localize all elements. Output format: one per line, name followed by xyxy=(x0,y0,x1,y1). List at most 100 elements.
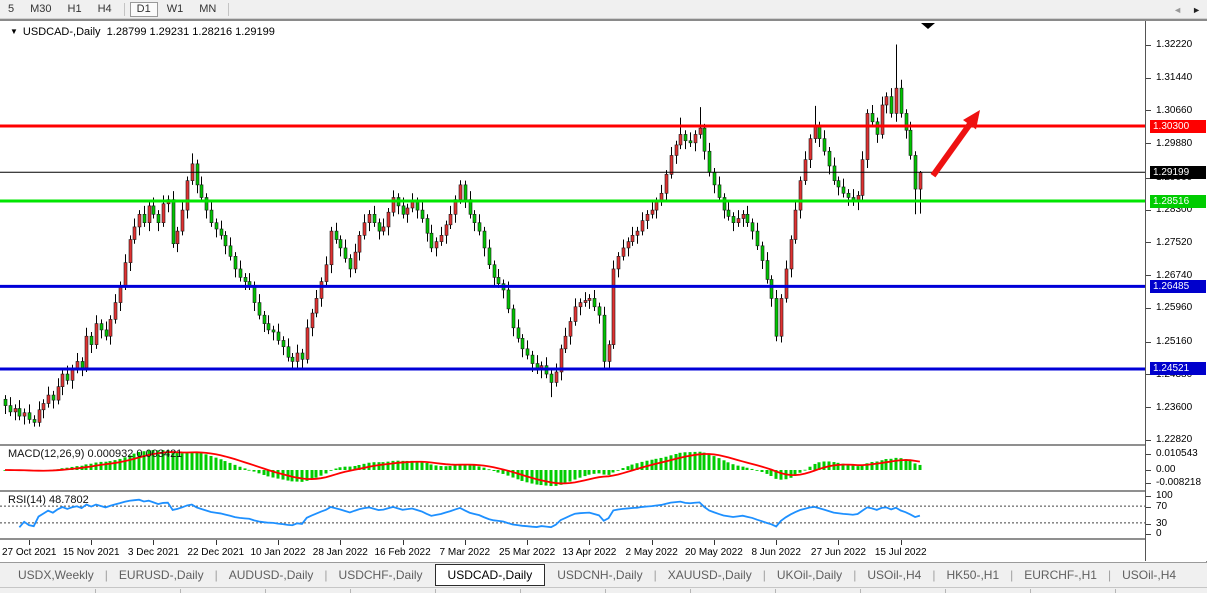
candle xyxy=(421,202,424,223)
candle xyxy=(358,231,361,260)
candle xyxy=(804,151,807,185)
rsi-axis-label: 0 xyxy=(1156,528,1162,539)
rsi-axis-tick xyxy=(1146,496,1151,497)
candle xyxy=(81,357,84,376)
candle xyxy=(799,176,802,218)
candle xyxy=(608,340,611,367)
price-level-badge: 1.24521 xyxy=(1150,362,1206,375)
date-axis-label: 2 May 2022 xyxy=(626,547,678,558)
tab-ukoil-daily[interactable]: UKOil-,Daily xyxy=(767,565,852,585)
candle xyxy=(191,153,194,185)
candle xyxy=(406,204,409,223)
candle xyxy=(809,134,812,168)
candle xyxy=(426,214,429,241)
date-axis-tick xyxy=(278,540,279,545)
candle xyxy=(493,261,496,286)
candle xyxy=(354,244,357,273)
tab-eurchf-h1[interactable]: EURCHF-,H1 xyxy=(1014,565,1107,585)
candle xyxy=(200,176,203,201)
price-axis-label: 1.22820 xyxy=(1156,434,1192,445)
candle xyxy=(61,370,64,395)
price-level-badge: 1.30300 xyxy=(1150,120,1206,133)
date-axis-label: 13 Apr 2022 xyxy=(562,547,616,558)
chart-shift-marker-icon[interactable] xyxy=(921,23,935,29)
date-axis[interactable]: 27 Oct 202115 Nov 20213 Dec 202122 Dec 2… xyxy=(0,540,1145,562)
rsi-axis-tick xyxy=(1146,534,1151,535)
status-tick xyxy=(180,589,181,593)
timeframe-button-mn[interactable]: MN xyxy=(192,2,223,17)
candle xyxy=(105,321,108,340)
tab-usdchf-daily[interactable]: USDCHF-,Daily xyxy=(329,565,433,585)
candle xyxy=(780,294,783,342)
timeframe-button-h4[interactable]: H4 xyxy=(91,2,119,17)
tab-scroll-left-icon[interactable]: ◄ xyxy=(1173,5,1182,15)
candle xyxy=(148,202,151,231)
price-axis-label: 1.31440 xyxy=(1156,72,1192,83)
candle xyxy=(138,210,141,235)
price-axis-tick xyxy=(1146,342,1151,343)
tab-hk50-h1[interactable]: HK50-,H1 xyxy=(936,565,1009,585)
chart-ohlc-values: 1.28799 1.29231 1.28216 1.29199 xyxy=(107,26,275,38)
price-level-badge: 1.28516 xyxy=(1150,195,1206,208)
candle xyxy=(349,254,352,277)
tab-audusd-daily[interactable]: AUDUSD-,Daily xyxy=(219,565,324,585)
timeframe-button-5[interactable]: 5 xyxy=(1,2,21,17)
tab-usdcnh-daily[interactable]: USDCNH-,Daily xyxy=(547,565,652,585)
macd-axis-tick xyxy=(1146,483,1151,484)
candle xyxy=(622,240,625,261)
candle xyxy=(167,195,170,212)
candle xyxy=(33,415,36,426)
date-axis-tick xyxy=(403,540,404,545)
price-axis-tick xyxy=(1146,110,1151,111)
candle xyxy=(239,261,242,282)
macd-axis-tick xyxy=(1146,454,1151,455)
timeframe-button-d1[interactable]: D1 xyxy=(130,2,158,17)
tab-usdx-weekly[interactable]: USDX,Weekly xyxy=(8,565,104,585)
candle xyxy=(517,319,520,342)
candle xyxy=(919,171,922,214)
tab-usdcad-daily[interactable]: USDCAD-,Daily xyxy=(435,564,546,586)
date-axis-label: 3 Dec 2021 xyxy=(128,547,179,558)
candle xyxy=(229,237,232,260)
tab-scroll-right-icon[interactable]: ► xyxy=(1192,5,1201,15)
main-chart-pane[interactable] xyxy=(0,21,1145,444)
symbol-dropdown-icon[interactable]: ▼ xyxy=(10,27,18,36)
tab-eurusd-daily[interactable]: EURUSD-,Daily xyxy=(109,565,214,585)
candle xyxy=(847,189,850,206)
candle xyxy=(133,219,136,244)
timeframe-toolbar: 5M30H1H4 D1W1MN xyxy=(0,0,1207,19)
date-axis-tick xyxy=(29,540,30,545)
tab-usoil-h4[interactable]: USOil-,H4 xyxy=(857,565,931,585)
price-axis-tick xyxy=(1146,242,1151,243)
candle xyxy=(392,190,395,216)
price-axis[interactable]: 1.322201.314401.306601.298801.290601.283… xyxy=(1145,21,1207,561)
candle xyxy=(746,206,749,227)
candle xyxy=(641,212,644,235)
tab-usoil-h4[interactable]: USOil-,H4 xyxy=(1112,565,1186,585)
timeframe-button-m30[interactable]: M30 xyxy=(23,2,58,17)
candle xyxy=(871,105,874,126)
timeframe-button-h1[interactable]: H1 xyxy=(61,2,89,17)
trend-arrow-annotation[interactable] xyxy=(933,110,980,176)
candle xyxy=(42,399,45,418)
candle xyxy=(785,261,788,303)
candle xyxy=(694,130,697,151)
candle xyxy=(287,338,290,361)
rsi-pane[interactable] xyxy=(0,492,1145,538)
candle xyxy=(38,401,41,426)
candle xyxy=(325,256,328,285)
tab-xauusd-daily[interactable]: XAUUSD-,Daily xyxy=(658,565,762,585)
price-axis-tick xyxy=(1146,210,1151,211)
timeframe-button-w1[interactable]: W1 xyxy=(160,2,191,17)
candle xyxy=(775,290,778,341)
candle xyxy=(842,179,845,198)
candle xyxy=(473,210,476,231)
candle xyxy=(277,324,280,345)
candle xyxy=(28,404,31,423)
candle xyxy=(4,395,7,414)
candle xyxy=(727,202,730,221)
candle xyxy=(560,345,563,381)
price-axis-tick xyxy=(1146,440,1151,441)
status-tick xyxy=(95,589,96,593)
candle xyxy=(646,210,649,229)
